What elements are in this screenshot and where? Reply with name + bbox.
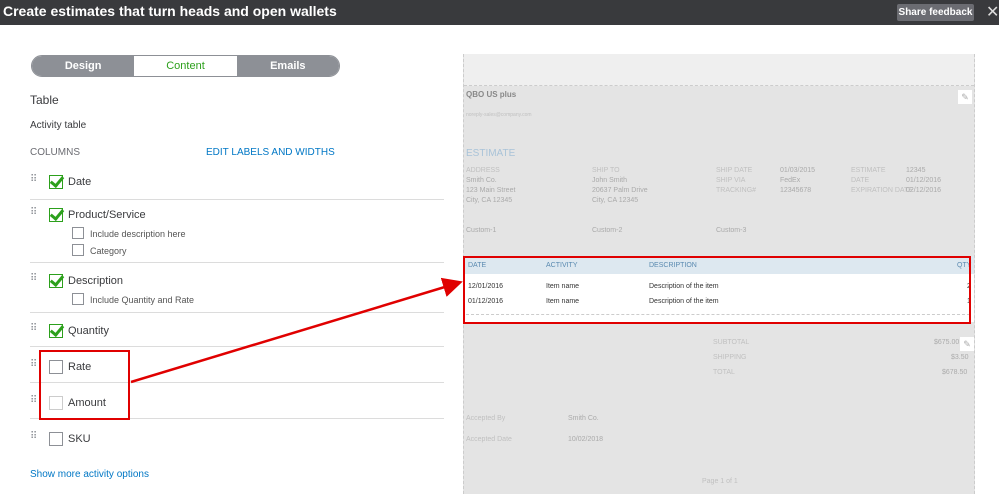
annotation-arrow [130, 277, 463, 384]
